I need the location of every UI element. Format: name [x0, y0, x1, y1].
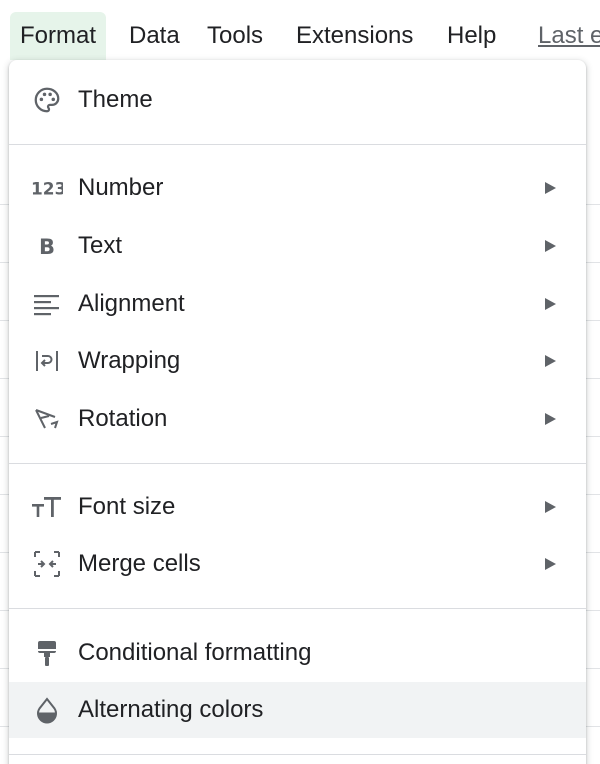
- menu-item-label: Alternating colors: [78, 696, 264, 723]
- format-menu-dropdown: Theme 123 Number B Text Alignment Wrappi…: [9, 60, 586, 764]
- menu-extensions[interactable]: Extensions: [286, 12, 423, 60]
- menu-item-label: Merge cells: [78, 550, 201, 577]
- merge-cells-icon: [31, 548, 63, 580]
- menu-item-alternating-colors[interactable]: Alternating colors: [9, 682, 586, 738]
- menu-item-label: Rotation: [78, 405, 168, 432]
- palette-icon: [31, 84, 63, 116]
- menu-item-label: Font size: [78, 493, 176, 520]
- menu-separator: [9, 144, 586, 145]
- menu-item-theme[interactable]: Theme: [9, 72, 586, 128]
- menu-item-wrapping[interactable]: Wrapping: [9, 333, 586, 389]
- menu-item-label: Theme: [78, 86, 153, 113]
- menu-separator: [9, 608, 586, 609]
- menu-item-merge-cells[interactable]: Merge cells: [9, 536, 586, 592]
- menu-item-label: Text: [78, 232, 123, 259]
- text-rotation-icon: [31, 403, 63, 435]
- svg-text:123: 123: [31, 179, 63, 199]
- paint-roller-icon: [31, 637, 63, 669]
- bold-icon: B: [31, 230, 63, 262]
- color-drop-icon: [31, 694, 63, 726]
- submenu-arrow-icon: [545, 355, 556, 367]
- menu-item-label: Wrapping: [78, 347, 181, 374]
- submenu-arrow-icon: [545, 298, 556, 310]
- menu-format[interactable]: Format: [10, 12, 107, 60]
- menu-item-rotation[interactable]: Rotation: [9, 391, 586, 447]
- menu-item-font-size[interactable]: Font size: [9, 479, 586, 535]
- menu-item-label: Alignment: [78, 290, 185, 317]
- number-123-icon: 123: [31, 172, 63, 204]
- submenu-arrow-icon: [545, 182, 556, 194]
- menu-bar: Format Data Tools Extensions Help Last e: [0, 0, 600, 60]
- menu-item-label: Number: [78, 174, 164, 201]
- submenu-arrow-icon: [545, 558, 556, 570]
- menu-item-text[interactable]: B Text: [9, 218, 586, 274]
- submenu-arrow-icon: [545, 501, 556, 513]
- align-left-icon: [31, 288, 63, 320]
- menu-tools[interactable]: Tools: [197, 12, 273, 60]
- menu-item-alignment[interactable]: Alignment: [9, 276, 586, 332]
- submenu-arrow-icon: [545, 413, 556, 425]
- menu-separator: [9, 463, 586, 464]
- text-wrap-icon: [31, 345, 63, 377]
- font-size-icon: [31, 491, 63, 523]
- submenu-arrow-icon: [545, 240, 556, 252]
- menu-item-number[interactable]: 123 Number: [9, 160, 586, 216]
- menu-data[interactable]: Data: [119, 12, 190, 60]
- svg-text:B: B: [39, 235, 55, 258]
- last-edit-link[interactable]: Last e: [528, 12, 600, 60]
- spreadsheet-window: ​ Format Data Tools Extensions Help Last…: [0, 0, 600, 764]
- menu-help[interactable]: Help: [437, 12, 506, 60]
- menu-separator: [9, 754, 586, 755]
- menu-item-conditional-formatting[interactable]: Conditional formatting: [9, 625, 586, 681]
- menu-item-label: Conditional formatting: [78, 639, 312, 666]
